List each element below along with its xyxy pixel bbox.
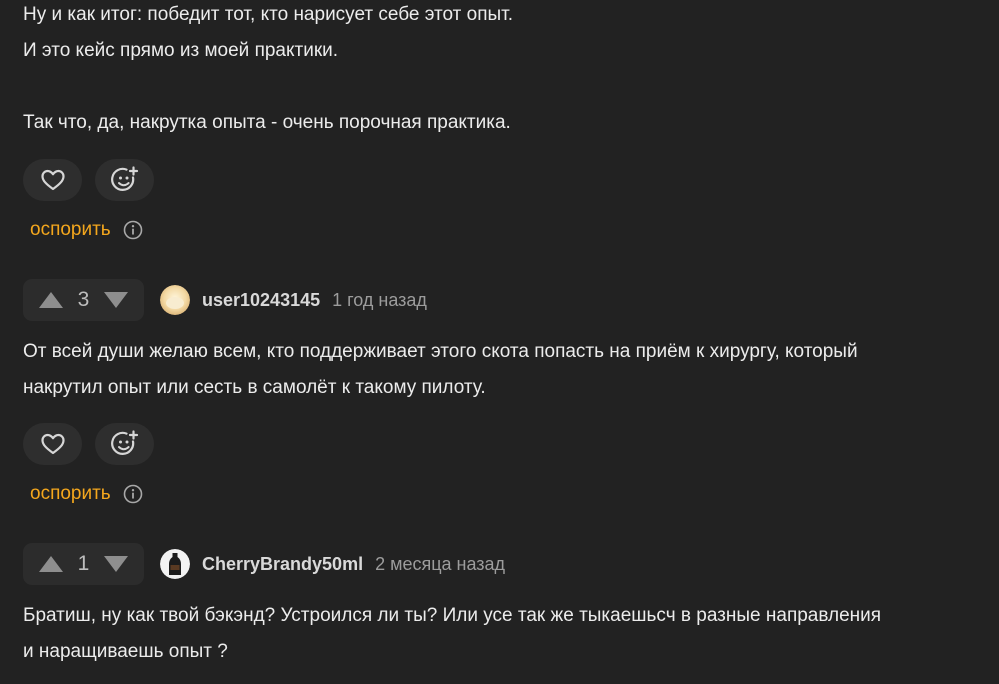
triangle-down-icon (104, 556, 129, 572)
triangle-down-icon (104, 292, 129, 308)
info-icon[interactable] (123, 484, 143, 504)
comment-header: 1 CherryBrandy50ml 2 месяца назад (23, 543, 505, 585)
dispute-link[interactable]: оспорить (30, 219, 111, 241)
vote-count: 1 (77, 552, 90, 575)
smile-plus-icon (110, 430, 138, 455)
comment-text-line: И это кейс прямо из моей практики. (23, 40, 339, 61)
emoji-reaction-button[interactable] (95, 159, 154, 201)
like-button[interactable] (23, 159, 82, 201)
dispute-row: оспорить (30, 483, 143, 505)
comment-text-line: и наращиваешь опыт ? (23, 641, 228, 662)
triangle-up-icon (38, 292, 63, 308)
upvote-button[interactable] (37, 554, 65, 574)
comment-body: Братиш, ну как твой бэкэнд? Устроился ли… (23, 598, 981, 670)
comment-text-line: Так что, да, накрутка опыта - очень поро… (23, 112, 511, 133)
reaction-bar (23, 423, 154, 465)
triangle-up-icon (38, 556, 63, 572)
dispute-row: оспорить (30, 219, 143, 241)
info-icon[interactable] (123, 220, 143, 240)
vote-count: 3 (77, 288, 90, 311)
comment-body: Ну и как итог: победит тот, кто нарисует… (23, 0, 981, 141)
comment-timestamp: 1 год назад (332, 289, 427, 310)
heart-icon (40, 169, 65, 191)
like-button[interactable] (23, 423, 82, 465)
comment-text-line (23, 69, 981, 105)
vote-box: 3 (23, 279, 144, 321)
comment-header: 3 user10243145 1 год назад (23, 279, 427, 321)
comment-text-line: Братиш, ну как твой бэкэнд? Устроился ли… (23, 605, 882, 626)
comment-body: От всей души желаю всем, кто поддерживае… (23, 334, 981, 406)
emoji-reaction-button[interactable] (95, 423, 154, 465)
downvote-button[interactable] (103, 554, 131, 574)
dispute-link[interactable]: оспорить (30, 483, 111, 505)
downvote-button[interactable] (103, 290, 131, 310)
username[interactable]: CherryBrandy50ml (202, 554, 363, 575)
username[interactable]: user10243145 (202, 290, 320, 311)
avatar[interactable] (160, 285, 190, 315)
comment-text-line: Ну и как итог: победит тот, кто нарисует… (23, 4, 514, 25)
upvote-button[interactable] (37, 290, 65, 310)
comment-timestamp: 2 месяца назад (375, 553, 506, 574)
smile-plus-icon (110, 166, 138, 191)
heart-icon (40, 433, 65, 455)
avatar[interactable] (160, 549, 190, 579)
reaction-bar (23, 159, 154, 201)
comment-text-line: накрутил опыт или сесть в самолёт к тако… (23, 377, 486, 398)
comment-text-line: От всей души желаю всем, кто поддерживае… (23, 341, 858, 362)
vote-box: 1 (23, 543, 144, 585)
